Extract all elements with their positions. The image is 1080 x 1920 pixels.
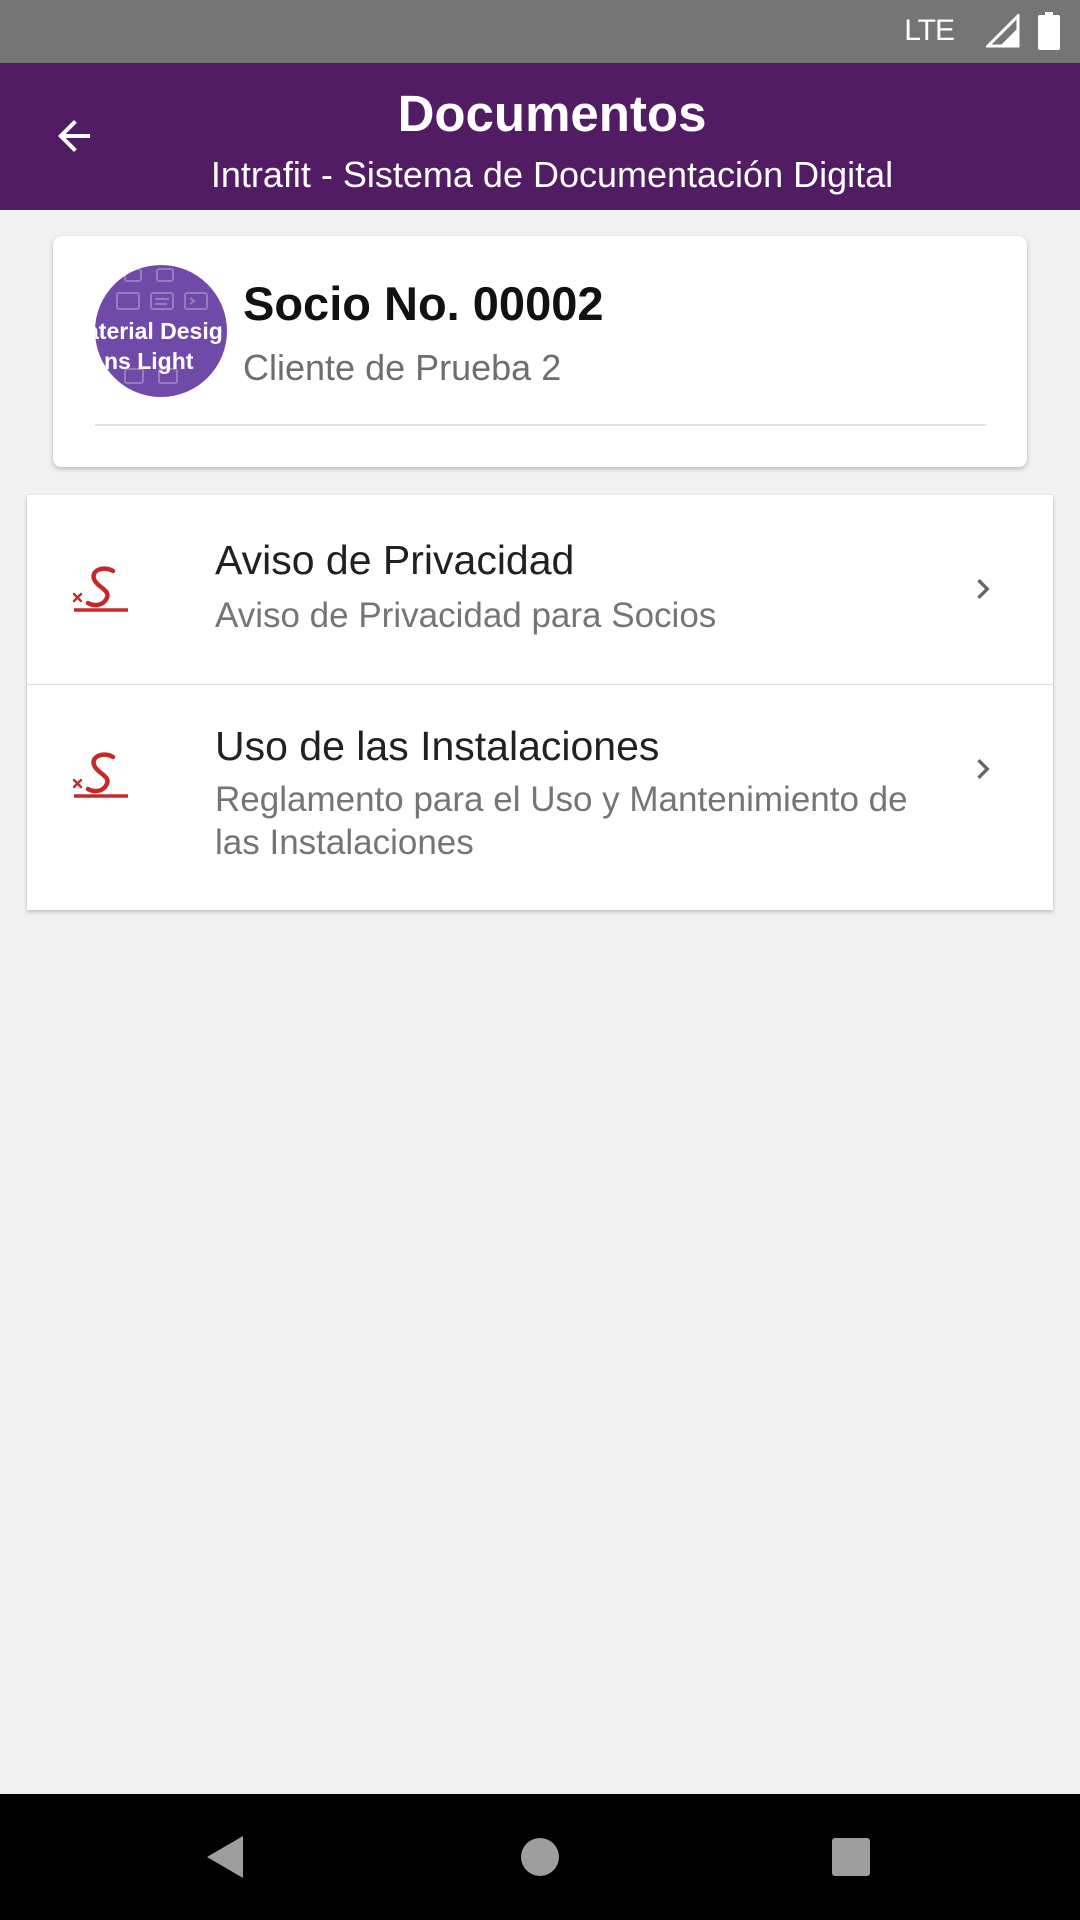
member-name: Cliente de Prueba 2 <box>243 347 562 388</box>
battery-icon <box>1038 12 1060 50</box>
status-bar: LTE <box>0 0 1080 63</box>
chevron-right-icon <box>977 759 990 779</box>
nav-back-button[interactable] <box>192 1824 258 1890</box>
app-bar: Documentos Intrafit - Sistema de Documen… <box>0 63 1080 210</box>
document-description: Aviso de Privacidad para Socios <box>215 596 717 635</box>
nav-recents-icon <box>832 1838 870 1876</box>
signal-icon <box>986 14 1020 48</box>
avatar: aterial Desig ns Light <box>95 265 227 397</box>
navigation-bar <box>0 1794 1080 1920</box>
member-number: Socio No. 00002 <box>243 277 604 330</box>
avatar-text-line-2: ns Light <box>104 348 194 374</box>
list-item-aviso-de-privacidad[interactable]: Aviso de Privacidad Aviso de Privacidad … <box>27 495 1053 684</box>
nav-recents-button[interactable] <box>818 1824 884 1890</box>
signature-icon <box>72 752 128 798</box>
avatar-text-line-1: aterial Desig <box>95 318 223 344</box>
signature-icon <box>72 566 128 612</box>
page-title: Documentos <box>397 85 707 142</box>
list-item-uso-de-las-instalaciones[interactable]: Uso de las Instalaciones Reglamento para… <box>27 685 1053 910</box>
document-title: Aviso de Privacidad <box>215 537 575 583</box>
document-list: Aviso de Privacidad Aviso de Privacidad … <box>27 495 1053 910</box>
divider <box>95 424 986 426</box>
nav-home-icon <box>521 1838 559 1876</box>
page-subtitle: Intrafit - Sistema de Documentación Digi… <box>210 154 894 195</box>
document-title: Uso de las Instalaciones <box>215 723 660 769</box>
network-type-label: LTE <box>904 14 955 47</box>
document-description: Reglamento para el Uso y Mantenimiento d… <box>215 780 908 862</box>
chevron-right-icon <box>977 579 990 599</box>
nav-back-icon <box>207 1836 243 1878</box>
nav-home-button[interactable] <box>507 1824 573 1890</box>
member-card: aterial Desig ns Light Socio No. 00002 C… <box>53 236 1027 467</box>
